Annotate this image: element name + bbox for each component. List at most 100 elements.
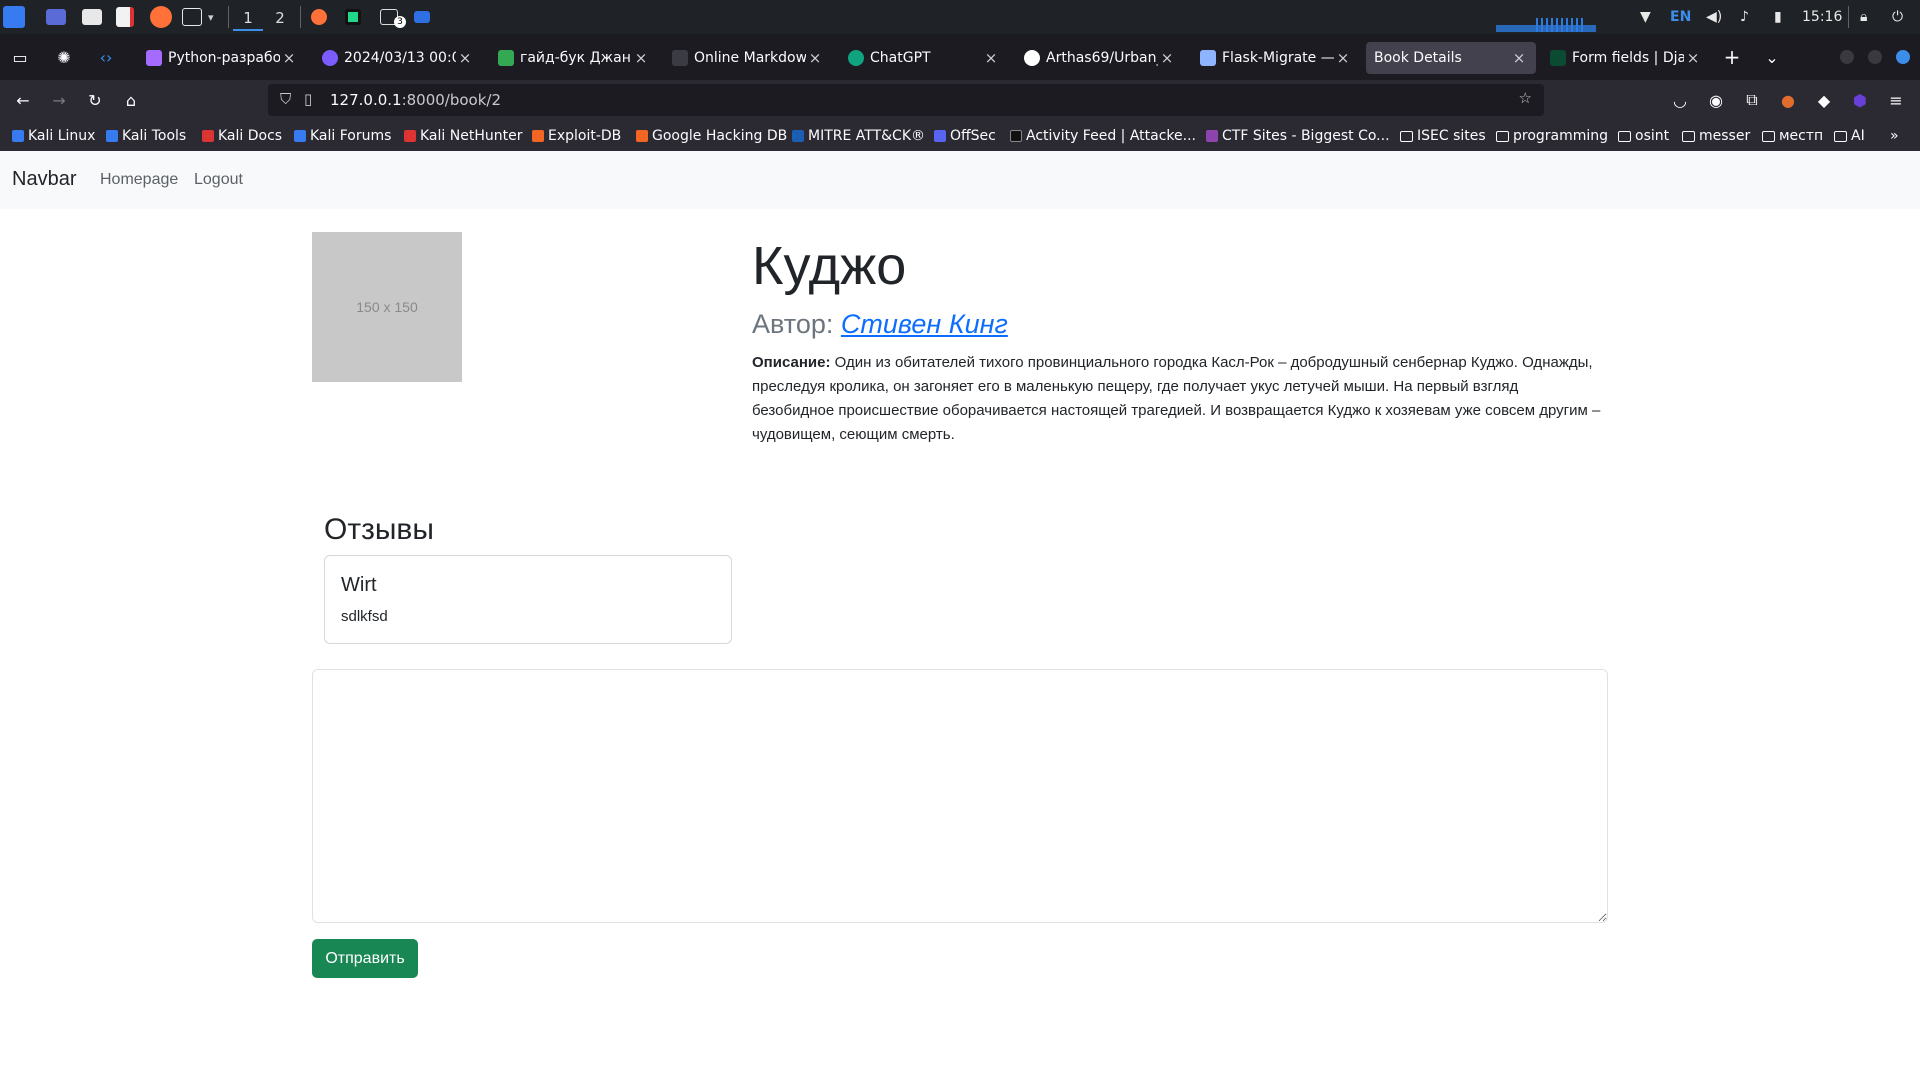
forward-arrow-icon[interactable]: → bbox=[45, 86, 73, 114]
bookmark-folder[interactable]: местп bbox=[1762, 126, 1823, 146]
pinned-tab-link[interactable]: ‹› bbox=[92, 43, 120, 71]
tab-close-icon[interactable]: × bbox=[806, 49, 824, 67]
review-textarea[interactable] bbox=[312, 669, 1608, 923]
bookmark-item[interactable]: Google Hacking DB bbox=[636, 126, 787, 146]
clock[interactable]: 15:16 bbox=[1802, 6, 1842, 28]
tab-close-icon[interactable]: × bbox=[1334, 49, 1352, 67]
bookmark-item[interactable]: Kali Tools bbox=[106, 126, 186, 146]
tab-django-form-fields[interactable]: Form fields | Djan × bbox=[1542, 42, 1710, 74]
navigation-toolbar: ← → ↻ ⌂ ⛉ ▯ 127.0.0.1:8000/book/2 ☆ ◡ ◉ … bbox=[0, 80, 1920, 120]
terminal-window-icon[interactable]: 3 bbox=[380, 4, 406, 30]
workspace-2[interactable]: 2 bbox=[265, 5, 295, 31]
pocket-icon[interactable]: ◡ bbox=[1666, 86, 1694, 114]
power-icon[interactable]: ⏻ bbox=[1892, 6, 1903, 28]
tab-github[interactable]: Arthas69/Urban_d × bbox=[1016, 42, 1184, 74]
bookmark-item[interactable]: Activity Feed | Attacke... bbox=[1010, 126, 1196, 146]
description-label: Описание: bbox=[752, 354, 831, 371]
tracking-protection-shield-icon[interactable]: ⛉ bbox=[280, 90, 291, 108]
battery-icon[interactable]: ▮ bbox=[1774, 6, 1782, 28]
pinned-tab-kali[interactable]: ✺ bbox=[50, 43, 78, 71]
close-window-button[interactable] bbox=[1896, 50, 1910, 64]
extension-badge-icon[interactable]: ● bbox=[1774, 86, 1802, 114]
tab-django-guide[interactable]: гайд-бук Джанго × bbox=[490, 42, 658, 74]
tab-label: Book Details bbox=[1374, 50, 1462, 66]
extension-icon[interactable]: ◆ bbox=[1810, 86, 1838, 114]
extensions-icon[interactable]: ⧉ bbox=[1738, 86, 1766, 114]
lock-icon[interactable]: 🔒︎ bbox=[1860, 6, 1867, 28]
bookmark-folder[interactable]: ISEC sites bbox=[1400, 126, 1486, 146]
hamburger-menu-icon[interactable]: ≡ bbox=[1882, 86, 1910, 114]
bookmark-folder[interactable]: messer bbox=[1682, 126, 1750, 146]
tab-close-icon[interactable]: × bbox=[632, 49, 650, 67]
bookmark-label: Kali Linux bbox=[28, 128, 96, 144]
minimize-button[interactable] bbox=[1840, 50, 1854, 64]
tab-close-icon[interactable]: × bbox=[1510, 49, 1528, 67]
nav-link-logout[interactable]: Logout bbox=[194, 171, 243, 189]
tab-close-icon[interactable]: × bbox=[982, 49, 1000, 67]
kali-menu-icon[interactable] bbox=[3, 4, 25, 30]
tab-favicon-icon bbox=[1550, 50, 1566, 66]
tab-date[interactable]: 2024/03/13 00:00 × bbox=[314, 42, 482, 74]
tab-close-icon[interactable]: × bbox=[1684, 49, 1702, 67]
more-bookmarks-chevron-icon[interactable]: » bbox=[1890, 126, 1899, 146]
page-info-icon[interactable]: ▯ bbox=[304, 90, 312, 108]
tab-close-icon[interactable]: × bbox=[456, 49, 474, 67]
chevron-down-icon[interactable]: ▾ bbox=[208, 4, 214, 30]
file-manager-icon[interactable] bbox=[82, 4, 102, 30]
bookmark-item[interactable]: Kali Forums bbox=[294, 126, 391, 146]
bookmark-item[interactable]: Kali Docs bbox=[202, 126, 282, 146]
workspace-1[interactable]: 1 bbox=[233, 5, 263, 31]
new-tab-plus-icon[interactable]: + bbox=[1718, 43, 1746, 71]
tab-label: ChatGPT bbox=[870, 50, 931, 66]
maximize-button[interactable] bbox=[1868, 50, 1882, 64]
tab-markdown[interactable]: Online Markdown × bbox=[664, 42, 832, 74]
list-tabs-chevron-icon[interactable]: ⌄ bbox=[1758, 43, 1786, 71]
url-bar[interactable]: ⛉ ▯ 127.0.0.1:8000/book/2 ☆ bbox=[268, 84, 1544, 116]
firefox-view-icon[interactable]: ▭ bbox=[6, 43, 34, 71]
home-icon[interactable]: ⌂ bbox=[117, 86, 145, 114]
account-icon[interactable]: ◉ bbox=[1702, 86, 1730, 114]
bookmark-folder[interactable]: osint bbox=[1618, 126, 1669, 146]
bookmark-folder[interactable]: programming bbox=[1496, 126, 1608, 146]
back-arrow-icon[interactable]: ← bbox=[9, 86, 37, 114]
bookmark-item[interactable]: Kali Linux bbox=[12, 126, 95, 146]
bookmark-item[interactable]: Exploit-DB bbox=[532, 126, 621, 146]
firefox-icon[interactable] bbox=[150, 4, 172, 30]
author-link[interactable]: Стивен Кинг bbox=[841, 309, 1008, 339]
tab-label: 2024/03/13 00:00 bbox=[344, 50, 456, 66]
bookmark-favicon-icon bbox=[404, 130, 416, 142]
tab-close-icon[interactable]: × bbox=[280, 49, 298, 67]
bookmark-favicon-icon bbox=[636, 130, 648, 142]
bookmark-star-icon[interactable]: ☆ bbox=[1519, 89, 1532, 107]
app-window-icon[interactable] bbox=[414, 4, 430, 30]
terminal-icon[interactable] bbox=[182, 4, 202, 30]
reload-icon[interactable]: ↻ bbox=[81, 86, 109, 114]
tab-chatgpt[interactable]: ChatGPT × bbox=[840, 42, 1008, 74]
tab-python[interactable]: Python-разработ × bbox=[138, 42, 306, 74]
tab-book-details[interactable]: Book Details × bbox=[1366, 42, 1536, 74]
tab-flask-migrate[interactable]: Flask-Migrate — F × bbox=[1192, 42, 1360, 74]
tab-favicon-icon bbox=[146, 50, 162, 66]
navbar-brand[interactable]: Navbar bbox=[12, 168, 76, 191]
pycharm-window-icon[interactable] bbox=[345, 4, 361, 30]
bookmark-item[interactable]: Kali NetHunter bbox=[404, 126, 522, 146]
desktop-icon[interactable] bbox=[46, 4, 66, 30]
page-content: Navbar Homepage Logout 150 x 150 Куджо А… bbox=[0, 151, 1920, 1080]
submit-review-button[interactable]: Отправить bbox=[312, 939, 418, 978]
extension-purple-icon[interactable]: ⬢ bbox=[1846, 86, 1874, 114]
nav-link-homepage[interactable]: Homepage bbox=[100, 171, 178, 189]
bookmark-favicon-icon bbox=[934, 130, 946, 142]
bookmark-item[interactable]: CTF Sites - Biggest Co... bbox=[1206, 126, 1390, 146]
notification-bell-icon[interactable]: ♪ bbox=[1740, 6, 1749, 28]
bookmark-item[interactable]: MITRE ATT&CK® bbox=[792, 126, 925, 146]
bookmark-folder[interactable]: AI bbox=[1834, 126, 1865, 146]
tab-label: гайд-бук Джанго bbox=[520, 50, 632, 66]
text-editor-icon[interactable] bbox=[116, 4, 134, 30]
firefox-window-icon[interactable] bbox=[311, 4, 327, 30]
url-host: 127.0.0.1 bbox=[330, 91, 402, 109]
language-indicator[interactable]: EN bbox=[1670, 6, 1691, 28]
bookmark-item[interactable]: OffSec bbox=[934, 126, 996, 146]
wifi-icon[interactable]: ▼ bbox=[1640, 6, 1651, 28]
tab-close-icon[interactable]: × bbox=[1158, 49, 1176, 67]
volume-icon[interactable]: ◀) bbox=[1706, 6, 1722, 28]
